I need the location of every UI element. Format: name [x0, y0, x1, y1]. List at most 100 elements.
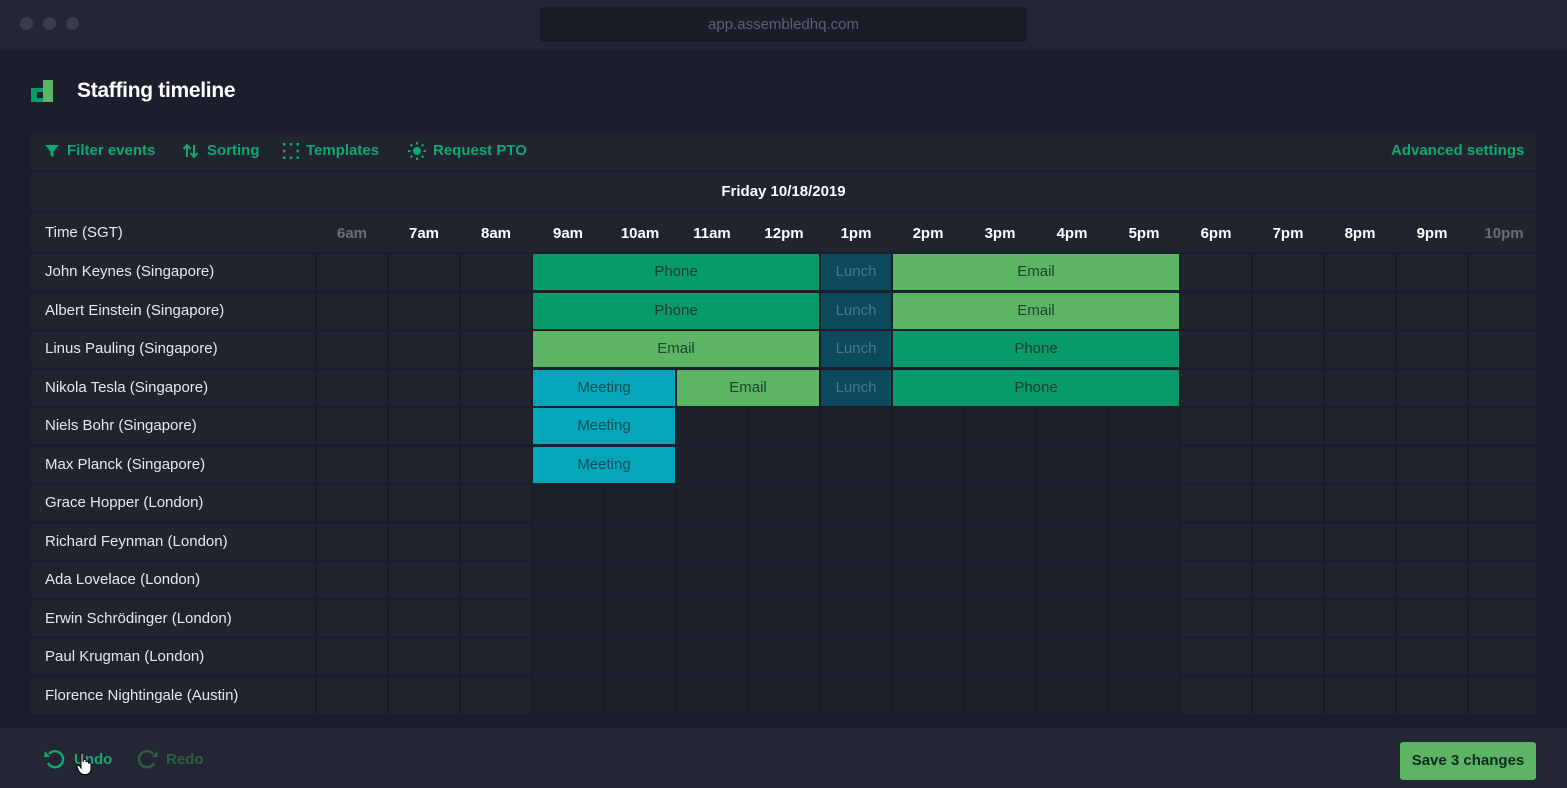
- time-slot-cell[interactable]: [893, 408, 963, 444]
- phone-event-block[interactable]: Phone: [893, 331, 1179, 367]
- time-slot-cell[interactable]: [389, 331, 459, 367]
- time-slot-cell[interactable]: [893, 600, 963, 637]
- time-slot-cell[interactable]: [1469, 369, 1536, 406]
- time-slot-cell[interactable]: [893, 446, 963, 483]
- time-slot-cell[interactable]: [677, 562, 747, 598]
- time-slot-cell[interactable]: [1397, 408, 1467, 444]
- minimize-window-button[interactable]: [43, 17, 56, 30]
- agent-name[interactable]: Max Planck (Singapore): [31, 446, 315, 483]
- time-slot-cell[interactable]: [1253, 485, 1323, 521]
- time-slot-cell[interactable]: [1037, 639, 1107, 675]
- time-slot-cell[interactable]: [1397, 331, 1467, 367]
- time-slot-cell[interactable]: [317, 446, 387, 483]
- time-slot-cell[interactable]: [533, 485, 603, 521]
- time-slot-cell[interactable]: [1109, 523, 1179, 560]
- time-slot-cell[interactable]: [1109, 485, 1179, 521]
- time-slot-cell[interactable]: [1325, 369, 1395, 406]
- close-window-button[interactable]: [20, 17, 33, 30]
- time-slot-cell[interactable]: [317, 292, 387, 329]
- time-slot-cell[interactable]: [1469, 292, 1536, 329]
- time-slot-cell[interactable]: [461, 292, 531, 329]
- time-slot-cell[interactable]: [677, 408, 747, 444]
- time-slot-cell[interactable]: [749, 600, 819, 637]
- redo-button[interactable]: Redo: [136, 749, 204, 769]
- time-slot-cell[interactable]: [461, 485, 531, 521]
- time-slot-cell[interactable]: [893, 562, 963, 598]
- time-slot-cell[interactable]: [605, 677, 675, 714]
- time-slot-cell[interactable]: [1253, 254, 1323, 290]
- time-slot-cell[interactable]: [1469, 331, 1536, 367]
- time-slot-cell[interactable]: [1325, 292, 1395, 329]
- time-slot-cell[interactable]: [821, 562, 891, 598]
- time-slot-cell[interactable]: [1469, 677, 1536, 714]
- time-slot-cell[interactable]: [1181, 408, 1251, 444]
- time-slot-cell[interactable]: [461, 639, 531, 675]
- time-slot-cell[interactable]: [389, 485, 459, 521]
- time-slot-cell[interactable]: [749, 639, 819, 675]
- time-slot-cell[interactable]: [1469, 523, 1536, 560]
- time-slot-cell[interactable]: [1325, 331, 1395, 367]
- time-slot-cell[interactable]: [389, 408, 459, 444]
- time-slot-cell[interactable]: [317, 331, 387, 367]
- time-slot-cell[interactable]: [389, 562, 459, 598]
- time-slot-cell[interactable]: [533, 523, 603, 560]
- time-slot-cell[interactable]: [1037, 677, 1107, 714]
- email-event-block[interactable]: Email: [893, 254, 1179, 290]
- time-slot-cell[interactable]: [461, 523, 531, 560]
- time-slot-cell[interactable]: [965, 562, 1035, 598]
- time-slot-cell[interactable]: [677, 639, 747, 675]
- time-slot-cell[interactable]: [1181, 292, 1251, 329]
- time-slot-cell[interactable]: [605, 485, 675, 521]
- time-slot-cell[interactable]: [1325, 446, 1395, 483]
- time-slot-cell[interactable]: [317, 485, 387, 521]
- sorting-button[interactable]: Sorting: [182, 131, 260, 170]
- time-slot-cell[interactable]: [317, 254, 387, 290]
- agent-name[interactable]: Paul Krugman (London): [31, 639, 315, 675]
- agent-name[interactable]: Florence Nightingale (Austin): [31, 677, 315, 714]
- time-slot-cell[interactable]: [1181, 254, 1251, 290]
- time-slot-cell[interactable]: [893, 677, 963, 714]
- lunch-event-block[interactable]: Lunch: [821, 254, 891, 290]
- time-slot-cell[interactable]: [389, 254, 459, 290]
- time-slot-cell[interactable]: [677, 523, 747, 560]
- time-slot-cell[interactable]: [1181, 523, 1251, 560]
- time-slot-cell[interactable]: [317, 369, 387, 406]
- time-slot-cell[interactable]: [389, 369, 459, 406]
- time-slot-cell[interactable]: [1181, 677, 1251, 714]
- time-slot-cell[interactable]: [1253, 639, 1323, 675]
- time-slot-cell[interactable]: [1397, 600, 1467, 637]
- time-slot-cell[interactable]: [1397, 446, 1467, 483]
- time-slot-cell[interactable]: [533, 677, 603, 714]
- time-slot-cell[interactable]: [749, 562, 819, 598]
- time-slot-cell[interactable]: [389, 523, 459, 560]
- time-slot-cell[interactable]: [893, 485, 963, 521]
- time-slot-cell[interactable]: [1181, 562, 1251, 598]
- agent-name[interactable]: Niels Bohr (Singapore): [31, 408, 315, 444]
- time-slot-cell[interactable]: [317, 600, 387, 637]
- time-slot-cell[interactable]: [1469, 562, 1536, 598]
- time-slot-cell[interactable]: [1325, 408, 1395, 444]
- time-slot-cell[interactable]: [1253, 408, 1323, 444]
- time-slot-cell[interactable]: [317, 408, 387, 444]
- maximize-window-button[interactable]: [66, 17, 79, 30]
- time-slot-cell[interactable]: [1325, 677, 1395, 714]
- meeting-event-block[interactable]: Meeting: [533, 369, 675, 406]
- advanced-settings-button[interactable]: Advanced settings: [1391, 131, 1524, 170]
- time-slot-cell[interactable]: [1253, 369, 1323, 406]
- time-slot-cell[interactable]: [821, 523, 891, 560]
- time-slot-cell[interactable]: [317, 562, 387, 598]
- time-slot-cell[interactable]: [677, 600, 747, 637]
- time-slot-cell[interactable]: [1469, 485, 1536, 521]
- time-slot-cell[interactable]: [821, 600, 891, 637]
- time-slot-cell[interactable]: [749, 485, 819, 521]
- time-slot-cell[interactable]: [1469, 408, 1536, 444]
- time-slot-cell[interactable]: [1181, 639, 1251, 675]
- lunch-event-block[interactable]: Lunch: [821, 292, 891, 329]
- time-slot-cell[interactable]: [1037, 600, 1107, 637]
- time-slot-cell[interactable]: [1253, 523, 1323, 560]
- phone-event-block[interactable]: Phone: [533, 254, 819, 290]
- time-slot-cell[interactable]: [821, 639, 891, 675]
- time-slot-cell[interactable]: [1397, 562, 1467, 598]
- time-slot-cell[interactable]: [965, 485, 1035, 521]
- email-event-block[interactable]: Email: [893, 292, 1179, 329]
